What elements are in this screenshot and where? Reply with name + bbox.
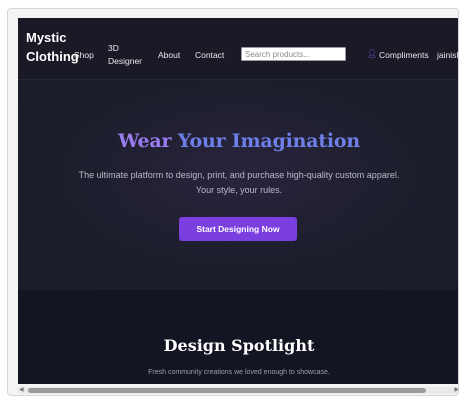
nav-link-contact[interactable]: Contact — [195, 49, 224, 62]
horizontal-scrollbar-thumb[interactable] — [28, 388, 426, 393]
horizontal-scrollbar[interactable]: ◀ ▶ — [18, 387, 458, 394]
hero-section: Wear Your Imagination The ultimate platf… — [18, 80, 458, 290]
user-menu[interactable]: jainish — [437, 49, 458, 62]
user-icon: 👤︎ — [367, 49, 378, 58]
page-viewport: Mystic Clothing Shop 3D Designer About C… — [18, 18, 458, 384]
scroll-right-arrow-icon[interactable]: ▶ — [454, 387, 458, 394]
hero-title: Wear Your Imagination — [18, 129, 458, 153]
nav-link-3d-designer[interactable]: 3D Designer — [108, 42, 148, 68]
hero-subtitle: The ultimate platform to design, print, … — [78, 170, 400, 195]
scroll-left-arrow-icon[interactable]: ◀ — [19, 387, 24, 394]
hero-title-part1: Wear — [117, 130, 178, 152]
design-spotlight-section: Design Spotlight Fresh community creatio… — [18, 290, 458, 384]
spotlight-subtitle: Fresh community creations we loved enoug… — [148, 369, 330, 376]
hero-title-part2: Your Imagination — [177, 130, 361, 152]
spotlight-title: Design Spotlight — [163, 336, 315, 355]
search-input[interactable] — [241, 47, 346, 61]
site-header: Mystic Clothing Shop 3D Designer About C… — [18, 18, 458, 80]
nav-link-about[interactable]: About — [158, 49, 180, 62]
nav-link-compliments[interactable]: Compliments — [379, 49, 429, 62]
browser-frame: Mystic Clothing Shop 3D Designer About C… — [7, 8, 459, 396]
start-designing-button[interactable]: Start Designing Now — [179, 217, 297, 241]
nav-link-shop[interactable]: Shop — [74, 49, 94, 62]
